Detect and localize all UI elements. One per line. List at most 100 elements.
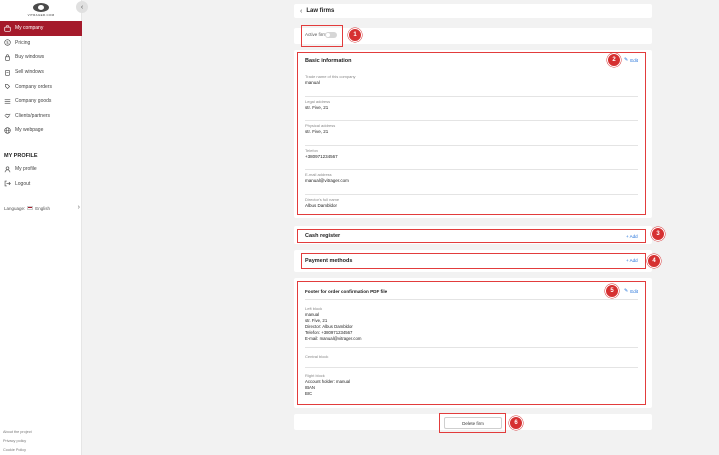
sidebar-collapse-button[interactable]: ‹: [76, 1, 88, 13]
field-value: manual: [305, 80, 320, 85]
annotation-box-4: [301, 253, 646, 269]
svg-text:$: $: [6, 40, 9, 45]
sidebar-item-my-company[interactable]: My company: [0, 21, 82, 36]
chevron-right-icon: ›: [77, 204, 80, 211]
left-block-line: Director: Albus Dambldor: [305, 324, 353, 329]
sidebar-item-label: Clients/partners: [15, 112, 51, 119]
language-value: English: [35, 205, 51, 211]
cash-register-add-link[interactable]: + Add: [626, 234, 638, 239]
field-value: Albus Dambldor: [305, 202, 338, 208]
field-value: str. Five, 21: [305, 129, 329, 134]
language-selector[interactable]: Language: English ›: [4, 203, 82, 213]
field-label: Telefon: [305, 147, 318, 153]
annotation-badge-2: 2: [607, 53, 621, 67]
dollar-icon: $: [4, 39, 11, 47]
globe-icon: [4, 127, 11, 134]
logo-emblem-icon: [33, 3, 49, 12]
field-email: E-mail address manual@vitrager.com: [305, 170, 638, 195]
field-trade-name: Trade name of this company manual: [305, 72, 638, 97]
tag-icon: [4, 69, 11, 76]
edit-label: Edit: [630, 57, 638, 63]
left-block-line: E-mail: manual@vitrager.com: [305, 336, 362, 341]
sidebar-item-buy-windows[interactable]: Buy windows: [0, 50, 82, 65]
sidebar-item-label: Company goods: [15, 98, 52, 105]
field-director: Director's full name Albus Dambldor: [305, 195, 638, 220]
right-block-line: BIC: [305, 391, 313, 396]
divider: [305, 347, 638, 348]
chevron-left-icon: ‹: [80, 3, 84, 11]
field-value: +380971234567: [305, 153, 338, 159]
annotation-badge-5: 5: [605, 284, 619, 298]
sidebar-nav: My company $ Pricing Buy windows Sell wi…: [0, 21, 82, 138]
basic-info-edit-link[interactable]: ✎ Edit: [624, 57, 638, 63]
sidebar: VITRAGER.COM My company $ Pricing Buy wi…: [0, 0, 82, 455]
sidebar-item-label: My webpage: [15, 127, 44, 134]
sidebar-item-pricing[interactable]: $ Pricing: [0, 36, 82, 51]
sidebar-item-clients-partners[interactable]: Clients/partners: [0, 109, 82, 124]
sidebar-item-my-webpage[interactable]: My webpage: [0, 123, 82, 138]
sidebar-item-label: Buy windows: [15, 54, 45, 61]
field-label: Director's full name: [305, 196, 340, 202]
sidebar-item-logout[interactable]: Logout: [0, 177, 82, 192]
field-telefon: Telefon +380971234567: [305, 146, 638, 170]
delete-firm-button[interactable]: Delete firm: [444, 417, 502, 429]
left-block-label: Left block: [305, 306, 323, 311]
annotation-badge-1: 1: [348, 28, 362, 42]
annotation-box-3: [297, 229, 646, 243]
left-block-line: manual: [305, 312, 320, 317]
orders-icon: [4, 83, 11, 90]
field-label: Trade name of this company: [305, 74, 356, 79]
annotation-badge-4: 4: [647, 254, 661, 268]
payment-methods-title: Payment methods: [305, 258, 353, 264]
sidebar-item-label: Pricing: [15, 39, 31, 46]
logo[interactable]: VITRAGER.COM: [26, 3, 56, 19]
annotation-badge-6: 6: [509, 416, 523, 430]
footer-pdf-edit-link[interactable]: ✎ Edit: [624, 288, 638, 294]
left-block-line: Telefon: +380971234567: [305, 330, 353, 335]
annotation-badge-3: 3: [651, 227, 665, 241]
field-label: Physical address: [305, 123, 336, 128]
sidebar-item-label: Sell windows: [15, 69, 44, 76]
central-block-label: Central block: [305, 354, 329, 359]
basic-info-title: Basic information: [305, 58, 352, 64]
footer-pdf-title: Footer for order confirmation PDF file: [305, 289, 388, 294]
sidebar-item-label: My profile: [15, 166, 37, 173]
divider: [305, 367, 638, 368]
bag-icon: [4, 54, 11, 61]
sidebar-item-label: Company orders: [15, 83, 52, 90]
pencil-icon: ✎: [624, 288, 629, 294]
field-label: Legal address: [305, 98, 331, 104]
profile-section-title: MY PROFILE: [4, 153, 38, 159]
list-icon: [4, 98, 11, 105]
flag-icon: [27, 206, 34, 210]
sidebar-item-label: Logout: [15, 180, 31, 187]
language-label: Language:: [4, 205, 26, 211]
field-physical-address: Physical address str. Five, 21: [305, 121, 638, 146]
page-header: ‹ Law firms: [294, 4, 652, 18]
back-chevron-icon[interactable]: ‹: [300, 8, 302, 15]
page-title: Law firms: [306, 8, 335, 14]
about-link[interactable]: About the project: [3, 428, 32, 437]
logout-icon: [4, 180, 11, 187]
field-label: E-mail address: [305, 172, 332, 177]
sidebar-item-company-goods[interactable]: Company goods: [0, 94, 82, 109]
sidebar-item-my-profile[interactable]: My profile: [0, 162, 82, 177]
field-legal-address: Legal address str. Five, 21: [305, 97, 638, 121]
right-block-label: Right block: [305, 373, 325, 378]
cookie-link[interactable]: Cookie Policy: [3, 446, 32, 455]
field-value: manual@vitrager.com: [305, 178, 349, 183]
cash-register-title: Cash register: [305, 233, 341, 239]
active-firm-label: Active firm: [305, 32, 327, 37]
sidebar-item-company-orders[interactable]: Company orders: [0, 79, 82, 94]
profile-nav: My profile Logout: [0, 162, 82, 191]
user-icon: [4, 166, 11, 173]
pencil-icon: ✎: [624, 57, 629, 63]
edit-label: Edit: [630, 288, 638, 294]
payment-methods-add-link[interactable]: + Add: [626, 258, 638, 263]
privacy-link[interactable]: Privacy policy: [3, 437, 32, 446]
sidebar-item-label: My company: [15, 25, 44, 32]
right-block-line: IBAN: [305, 385, 316, 390]
handshake-icon: [4, 112, 11, 119]
active-firm-toggle[interactable]: [325, 32, 337, 38]
sidebar-item-sell-windows[interactable]: Sell windows: [0, 65, 82, 80]
